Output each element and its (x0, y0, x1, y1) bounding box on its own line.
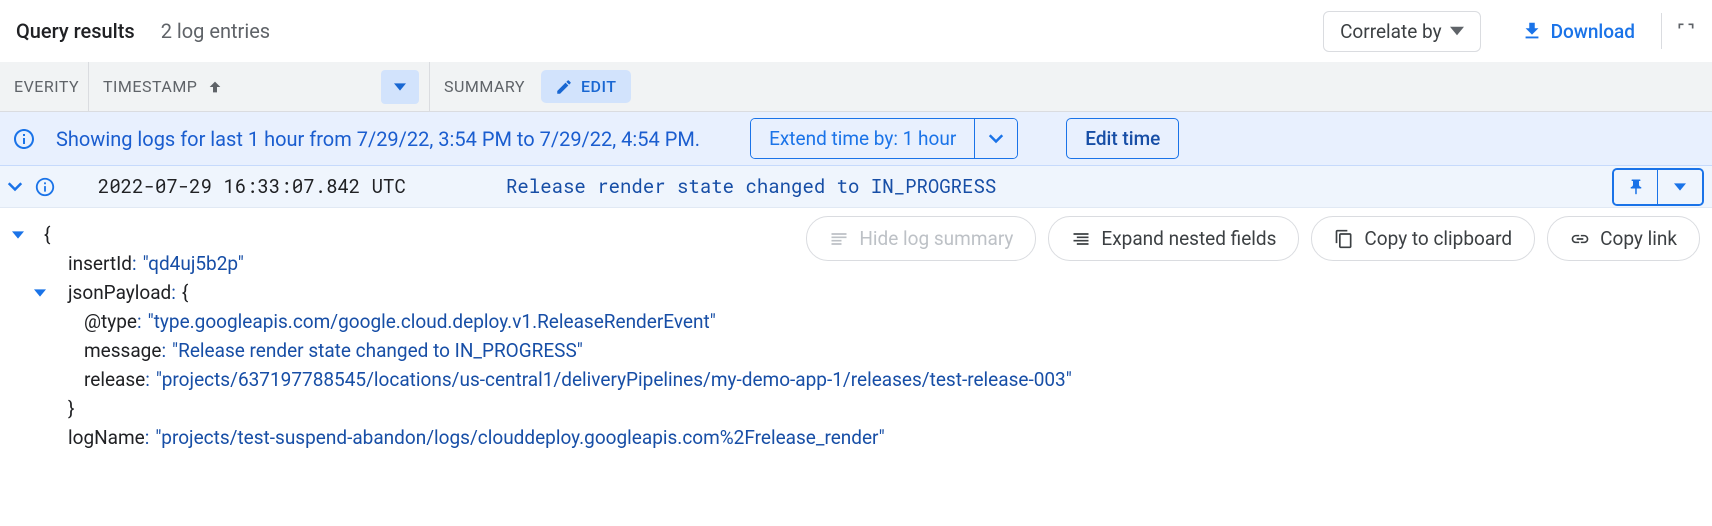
timestamp-dropdown[interactable] (381, 70, 419, 104)
caret-down-icon[interactable] (12, 231, 24, 239)
download-label: Download (1551, 20, 1635, 43)
entry-count: 2 log entries (161, 19, 270, 43)
json-field[interactable]: logName: "projects/test-suspend-abandon/… (0, 423, 1712, 452)
page-title: Query results (16, 19, 135, 43)
caret-down-icon (394, 83, 406, 91)
extend-time-label[interactable]: Extend time by: 1 hour (751, 119, 975, 158)
severity-info-icon (24, 176, 66, 198)
chevron-down-icon (988, 134, 1004, 144)
pin-button[interactable] (1614, 170, 1658, 204)
correlate-by-button[interactable]: Correlate by (1323, 11, 1481, 52)
info-icon (12, 127, 36, 151)
results-header: Query results 2 log entries Correlate by… (0, 0, 1712, 62)
fullscreen-icon[interactable] (1676, 21, 1696, 41)
pin-button-group (1612, 168, 1704, 206)
correlate-label: Correlate by (1340, 20, 1442, 43)
json-field[interactable]: message: "Release render state changed t… (0, 336, 1712, 365)
log-detail-json: Hide log summary Expand nested fields Co… (0, 208, 1712, 464)
chevron-down-icon[interactable] (6, 182, 24, 192)
caret-down-icon (1450, 26, 1464, 36)
pin-dropdown-button[interactable] (1658, 170, 1702, 204)
col-summary: SUMMARY EDIT (430, 70, 1712, 103)
download-icon (1521, 20, 1543, 42)
col-summary-label: SUMMARY (444, 77, 525, 96)
json-field[interactable]: release: "projects/637197788545/location… (0, 365, 1712, 394)
pencil-icon (555, 78, 573, 96)
column-header-row: EVERITY TIMESTAMP SUMMARY EDIT (0, 62, 1712, 112)
caret-down-icon[interactable] (34, 289, 46, 297)
edit-time-button[interactable]: Edit time (1066, 118, 1179, 159)
log-entry-row[interactable]: 2022-07-29 16:33:07.842 UTC Release rend… (0, 166, 1712, 208)
edit-label: EDIT (581, 77, 617, 96)
edit-summary-button[interactable]: EDIT (541, 70, 631, 103)
log-summary: Release render state changed to IN_PROGR… (506, 174, 1612, 199)
banner-text: Showing logs for last 1 hour from 7/29/2… (56, 127, 700, 151)
pin-icon (1627, 178, 1645, 196)
json-field[interactable]: @type: "type.googleapis.com/google.cloud… (0, 307, 1712, 336)
json-open-brace: { (0, 220, 1712, 249)
col-timestamp-label: TIMESTAMP (103, 77, 197, 96)
download-button[interactable]: Download (1509, 14, 1647, 49)
log-timestamp: 2022-07-29 16:33:07.842 UTC (66, 174, 506, 199)
extend-time-button[interactable]: Extend time by: 1 hour (750, 118, 1018, 159)
col-timestamp[interactable]: TIMESTAMP (89, 62, 429, 111)
json-field[interactable]: jsonPayload: { (0, 278, 1712, 307)
json-close-brace: } (0, 394, 1712, 423)
col-severity[interactable]: EVERITY (0, 62, 88, 111)
sort-up-icon (207, 79, 223, 95)
caret-down-icon (1674, 183, 1686, 191)
extend-time-dropdown[interactable] (975, 119, 1017, 158)
divider (1661, 13, 1662, 49)
time-range-banner: Showing logs for last 1 hour from 7/29/2… (0, 112, 1712, 166)
